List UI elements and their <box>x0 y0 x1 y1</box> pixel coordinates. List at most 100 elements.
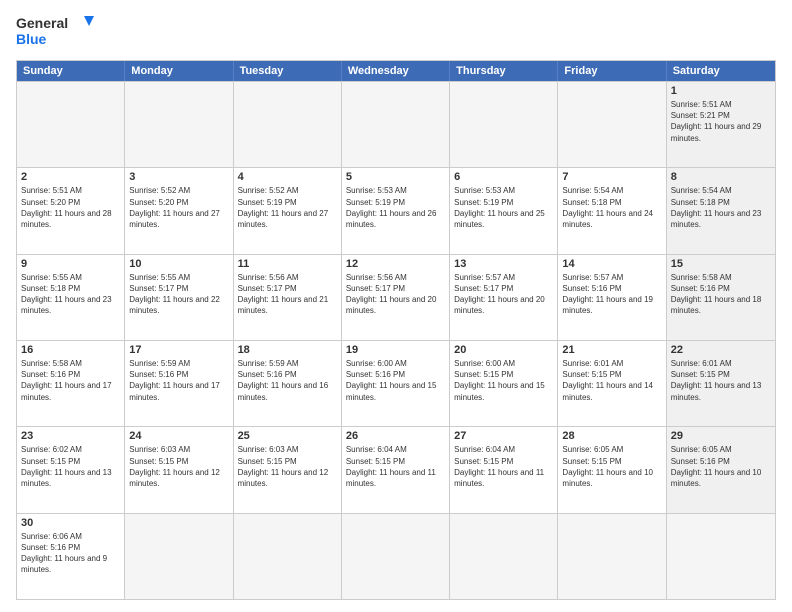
cell-sun-info: Sunrise: 5:56 AM Sunset: 5:17 PM Dayligh… <box>346 272 445 317</box>
cell-sun-info: Sunrise: 6:00 AM Sunset: 5:16 PM Dayligh… <box>346 358 445 403</box>
day-number: 3 <box>129 171 228 183</box>
calendar-cell: 4Sunrise: 5:52 AM Sunset: 5:19 PM Daylig… <box>234 168 342 253</box>
day-number: 22 <box>671 344 771 356</box>
weekday-header: Wednesday <box>342 61 450 81</box>
calendar-body: 1 Sunrise: 5:51 AM Sunset: 5:21 PM Daylig… <box>17 81 775 599</box>
calendar-cell: 22 Sunrise: 6:01 AM Sunset: 5:15 PM Dayli… <box>667 341 775 426</box>
day-number: 9 <box>21 258 120 270</box>
calendar-cell: 12 Sunrise: 5:56 AM Sunset: 5:17 PM Dayli… <box>342 255 450 340</box>
cell-sun-info: Sunrise: 5:52 AM Sunset: 5:20 PM Dayligh… <box>129 185 228 230</box>
calendar-cell <box>125 514 233 599</box>
calendar-cell: 7 Sunrise: 5:54 AM Sunset: 5:18 PM Daylig… <box>558 168 666 253</box>
cell-sun-info: Sunrise: 6:01 AM Sunset: 5:15 PM Dayligh… <box>671 358 771 403</box>
calendar-row: 1 Sunrise: 5:51 AM Sunset: 5:21 PM Daylig… <box>17 81 775 167</box>
calendar-cell: 9 Sunrise: 5:55 AM Sunset: 5:18 PM Daylig… <box>17 255 125 340</box>
cell-sun-info: Sunrise: 6:00 AM Sunset: 5:15 PM Dayligh… <box>454 358 553 403</box>
cell-sun-info: Sunrise: 6:05 AM Sunset: 5:16 PM Dayligh… <box>671 444 771 489</box>
calendar: SundayMondayTuesdayWednesdayThursdayFrid… <box>16 60 776 600</box>
calendar-cell <box>558 514 666 599</box>
day-number: 12 <box>346 258 445 270</box>
calendar-cell: 3 Sunrise: 5:52 AM Sunset: 5:20 PM Daylig… <box>125 168 233 253</box>
calendar-cell: 25 Sunrise: 6:03 AM Sunset: 5:15 PM Dayli… <box>234 427 342 512</box>
day-number: 18 <box>238 344 337 356</box>
cell-sun-info: Sunrise: 5:51 AM Sunset: 5:20 PM Dayligh… <box>21 185 120 230</box>
calendar-header: SundayMondayTuesdayWednesdayThursdayFrid… <box>17 61 775 81</box>
calendar-cell <box>342 514 450 599</box>
calendar-cell: 30Sunrise: 6:06 AM Sunset: 5:16 PM Dayli… <box>17 514 125 599</box>
calendar-cell: 19 Sunrise: 6:00 AM Sunset: 5:16 PM Dayli… <box>342 341 450 426</box>
day-number: 15 <box>671 258 771 270</box>
cell-sun-info: Sunrise: 5:54 AM Sunset: 5:18 PM Dayligh… <box>671 185 771 230</box>
cell-sun-info: Sunrise: 5:59 AM Sunset: 5:16 PM Dayligh… <box>238 358 337 403</box>
cell-sun-info: Sunrise: 5:56 AM Sunset: 5:17 PM Dayligh… <box>238 272 337 317</box>
calendar-row: 9 Sunrise: 5:55 AM Sunset: 5:18 PM Daylig… <box>17 254 775 340</box>
weekday-header: Friday <box>558 61 666 81</box>
calendar-cell: 21Sunrise: 6:01 AM Sunset: 5:15 PM Dayli… <box>558 341 666 426</box>
day-number: 7 <box>562 171 661 183</box>
calendar-cell: 29 Sunrise: 6:05 AM Sunset: 5:16 PM Dayli… <box>667 427 775 512</box>
day-number: 1 <box>671 85 771 97</box>
calendar-cell: 1 Sunrise: 5:51 AM Sunset: 5:21 PM Daylig… <box>667 82 775 167</box>
logo: General Blue <box>16 12 96 52</box>
cell-sun-info: Sunrise: 6:04 AM Sunset: 5:15 PM Dayligh… <box>346 444 445 489</box>
cell-sun-info: Sunrise: 5:55 AM Sunset: 5:18 PM Dayligh… <box>21 272 120 317</box>
calendar-row: 30Sunrise: 6:06 AM Sunset: 5:16 PM Dayli… <box>17 513 775 599</box>
calendar-cell: 15Sunrise: 5:58 AM Sunset: 5:16 PM Dayli… <box>667 255 775 340</box>
weekday-header: Saturday <box>667 61 775 81</box>
calendar-cell: 10 Sunrise: 5:55 AM Sunset: 5:17 PM Dayli… <box>125 255 233 340</box>
day-number: 4 <box>238 171 337 183</box>
cell-sun-info: Sunrise: 6:05 AM Sunset: 5:15 PM Dayligh… <box>562 444 661 489</box>
day-number: 26 <box>346 430 445 442</box>
day-number: 30 <box>21 517 120 529</box>
cell-sun-info: Sunrise: 5:53 AM Sunset: 5:19 PM Dayligh… <box>346 185 445 230</box>
calendar-row: 16Sunrise: 5:58 AM Sunset: 5:16 PM Dayli… <box>17 340 775 426</box>
calendar-cell <box>125 82 233 167</box>
calendar-cell: 27 Sunrise: 6:04 AM Sunset: 5:15 PM Dayli… <box>450 427 558 512</box>
svg-text:Blue: Blue <box>16 31 47 47</box>
day-number: 28 <box>562 430 661 442</box>
weekday-header: Monday <box>125 61 233 81</box>
calendar-cell: 23 Sunrise: 6:02 AM Sunset: 5:15 PM Dayli… <box>17 427 125 512</box>
calendar-cell <box>17 82 125 167</box>
calendar-cell: 24Sunrise: 6:03 AM Sunset: 5:15 PM Dayli… <box>125 427 233 512</box>
calendar-cell: 17Sunrise: 5:59 AM Sunset: 5:16 PM Dayli… <box>125 341 233 426</box>
day-number: 20 <box>454 344 553 356</box>
calendar-row: 2Sunrise: 5:51 AM Sunset: 5:20 PM Daylig… <box>17 167 775 253</box>
day-number: 14 <box>562 258 661 270</box>
day-number: 23 <box>21 430 120 442</box>
calendar-cell <box>558 82 666 167</box>
cell-sun-info: Sunrise: 5:53 AM Sunset: 5:19 PM Dayligh… <box>454 185 553 230</box>
day-number: 16 <box>21 344 120 356</box>
calendar-cell: 20 Sunrise: 6:00 AM Sunset: 5:15 PM Dayli… <box>450 341 558 426</box>
calendar-cell <box>667 514 775 599</box>
day-number: 25 <box>238 430 337 442</box>
day-number: 8 <box>671 171 771 183</box>
calendar-cell: 11Sunrise: 5:56 AM Sunset: 5:17 PM Dayli… <box>234 255 342 340</box>
svg-text:General: General <box>16 15 68 31</box>
calendar-cell <box>450 514 558 599</box>
weekday-header: Thursday <box>450 61 558 81</box>
weekday-header: Tuesday <box>234 61 342 81</box>
day-number: 17 <box>129 344 228 356</box>
day-number: 24 <box>129 430 228 442</box>
day-number: 27 <box>454 430 553 442</box>
cell-sun-info: Sunrise: 6:04 AM Sunset: 5:15 PM Dayligh… <box>454 444 553 489</box>
cell-sun-info: Sunrise: 6:03 AM Sunset: 5:15 PM Dayligh… <box>238 444 337 489</box>
calendar-cell: 5Sunrise: 5:53 AM Sunset: 5:19 PM Daylig… <box>342 168 450 253</box>
cell-sun-info: Sunrise: 5:57 AM Sunset: 5:16 PM Dayligh… <box>562 272 661 317</box>
page: General Blue SundayMondayTuesdayWednesda… <box>0 0 792 612</box>
cell-sun-info: Sunrise: 5:51 AM Sunset: 5:21 PM Dayligh… <box>671 99 771 144</box>
calendar-cell: 8 Sunrise: 5:54 AM Sunset: 5:18 PM Daylig… <box>667 168 775 253</box>
day-number: 19 <box>346 344 445 356</box>
day-number: 29 <box>671 430 771 442</box>
calendar-cell <box>234 82 342 167</box>
cell-sun-info: Sunrise: 6:01 AM Sunset: 5:15 PM Dayligh… <box>562 358 661 403</box>
calendar-cell: 14 Sunrise: 5:57 AM Sunset: 5:16 PM Dayli… <box>558 255 666 340</box>
cell-sun-info: Sunrise: 5:55 AM Sunset: 5:17 PM Dayligh… <box>129 272 228 317</box>
calendar-row: 23 Sunrise: 6:02 AM Sunset: 5:15 PM Dayli… <box>17 426 775 512</box>
calendar-cell: 2Sunrise: 5:51 AM Sunset: 5:20 PM Daylig… <box>17 168 125 253</box>
cell-sun-info: Sunrise: 6:02 AM Sunset: 5:15 PM Dayligh… <box>21 444 120 489</box>
cell-sun-info: Sunrise: 5:54 AM Sunset: 5:18 PM Dayligh… <box>562 185 661 230</box>
day-number: 10 <box>129 258 228 270</box>
calendar-cell <box>450 82 558 167</box>
